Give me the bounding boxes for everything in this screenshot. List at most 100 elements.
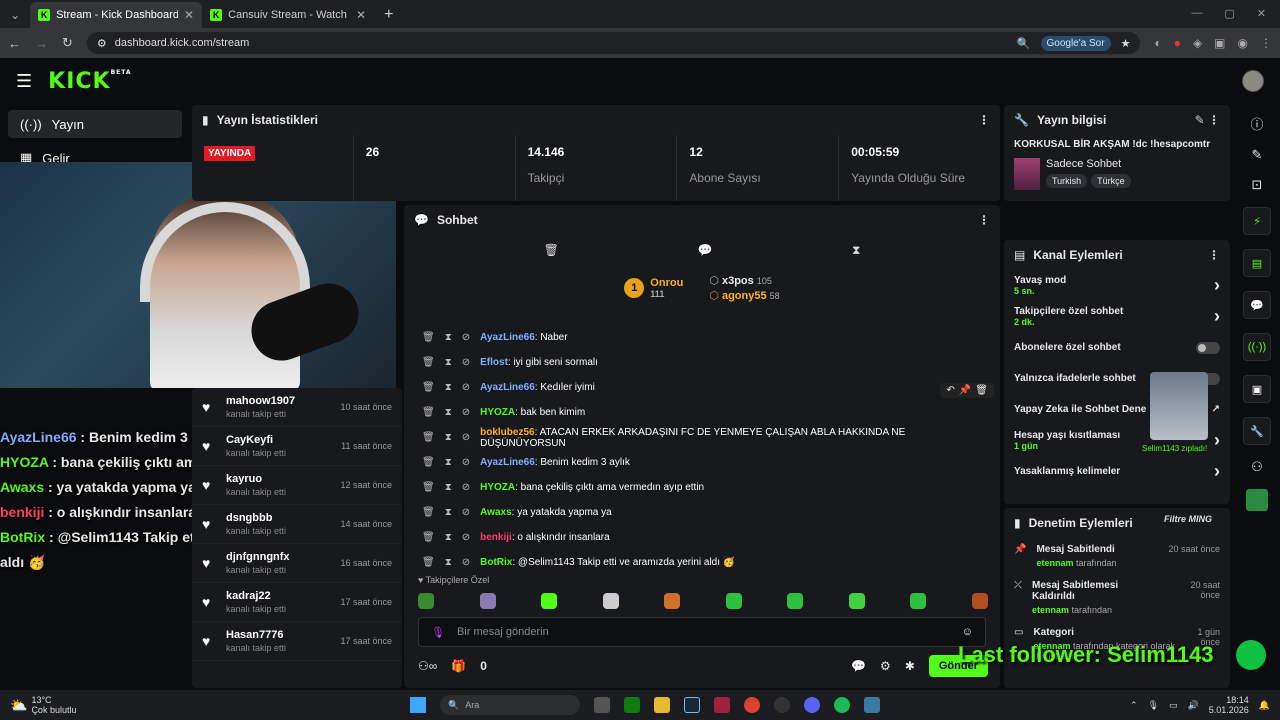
ban-icon[interactable]: ⊘ — [462, 332, 470, 343]
wrench-icon[interactable]: 🔧 — [1243, 417, 1271, 445]
volume-icon[interactable]: 🔊 — [1188, 700, 1199, 711]
emote[interactable] — [971, 593, 988, 609]
timeout-icon[interactable]: ⧗ — [445, 507, 452, 518]
timeout-icon[interactable]: ⧗ — [445, 382, 452, 393]
delete-message-icon[interactable]: 🗑 — [422, 407, 435, 418]
follower-name[interactable]: mahoow1907 — [226, 395, 295, 407]
users-icon[interactable]: ⚇ — [1251, 459, 1263, 475]
timeout-icon[interactable]: ⧗ — [445, 332, 452, 343]
follower-name[interactable]: dsngbbb — [226, 512, 286, 524]
folder-icon[interactable] — [654, 697, 670, 713]
emoji-icon[interactable]: ☺ — [962, 626, 973, 638]
emote[interactable] — [848, 593, 865, 609]
sidebar-item-yayin[interactable]: ((·)) Yayın — [8, 110, 182, 138]
pin-icon[interactable]: 📌 — [959, 385, 971, 396]
chat-username[interactable]: HYOZA — [480, 482, 515, 493]
delete-message-icon[interactable]: 🗑 — [422, 457, 435, 468]
gear-icon[interactable]: ⚙ — [880, 659, 891, 673]
more-icon[interactable]: ⋮ — [1208, 248, 1220, 262]
gift-icon[interactable]: 🎁 — [451, 659, 466, 673]
chevron-right-icon[interactable]: › — [1214, 306, 1220, 327]
url-field[interactable]: ⚙ dashboard.kick.com/stream 🔍 Google'a S… — [86, 32, 1141, 54]
document-icon[interactable]: ▤ — [1243, 249, 1271, 277]
chat-username[interactable]: Eflost — [480, 357, 508, 368]
google-ask-button[interactable]: Google'a Sor — [1040, 35, 1111, 51]
trash-icon[interactable]: 🗑 — [544, 243, 559, 258]
chat-username[interactable]: AyazLine66 — [480, 332, 535, 343]
follower-name[interactable]: djnfgnngnfx — [226, 551, 290, 563]
delete-message-icon[interactable]: 🗑 — [422, 507, 435, 518]
profile-icon[interactable]: ◉ — [1238, 36, 1248, 50]
windows-start-icon[interactable] — [410, 697, 426, 713]
delete-message-icon[interactable]: 🗑 — [422, 557, 435, 568]
reply-icon[interactable]: ↶ — [946, 385, 954, 396]
close-tab-icon[interactable]: ✕ — [356, 8, 366, 22]
close-window-icon[interactable]: ✕ — [1257, 7, 1266, 20]
timeout-icon[interactable]: ⧗ — [445, 457, 452, 468]
emote[interactable] — [479, 593, 496, 609]
bookmark-star-icon[interactable]: ★ — [1121, 37, 1131, 50]
delete-message-icon[interactable]: 🗑 — [422, 532, 435, 543]
puzzle-icon[interactable]: ✱ — [905, 659, 915, 673]
task-view-icon[interactable] — [594, 697, 610, 713]
lightning-icon[interactable]: ⚡ — [1243, 207, 1271, 235]
tab-list-icon[interactable]: ⌄ — [0, 8, 30, 28]
timeout-icon[interactable]: ⧗ — [445, 432, 452, 443]
edit-icon[interactable]: ✎ ⋮ — [1195, 113, 1220, 127]
timeout-icon[interactable]: ⧗ — [445, 357, 452, 368]
chevron-right-icon[interactable]: › — [1214, 275, 1220, 296]
delete-message-icon[interactable]: 🗑 — [422, 482, 435, 493]
chat-username[interactable]: Awaxs — [480, 507, 512, 518]
focus-icon[interactable]: ⊡ — [1252, 177, 1263, 193]
ban-icon[interactable]: ⊘ — [462, 532, 470, 543]
ban-icon[interactable]: ⊘ — [462, 457, 470, 468]
channel-action-item[interactable]: Takipçilere özel sohbet 2 dk. › — [1004, 301, 1230, 332]
chat-username[interactable]: HYOZA — [480, 407, 515, 418]
external-link-icon[interactable]: ↗ — [1212, 404, 1220, 415]
delete-message-icon[interactable]: 🗑 — [422, 382, 435, 393]
mod-tools-icon[interactable]: ⚇∞ — [418, 659, 437, 673]
more-icon[interactable]: ⋮ — [978, 113, 990, 127]
obs-icon[interactable] — [774, 697, 790, 713]
delete-message-icon[interactable]: 🗑 — [422, 432, 435, 443]
reload-icon[interactable]: ↻ — [62, 35, 73, 51]
channel-action-item[interactable]: Yasaklanmış kelimeler › — [1004, 456, 1230, 487]
microphone-icon[interactable]: 🎙 — [1148, 700, 1159, 711]
avatar[interactable] — [1242, 70, 1264, 92]
delete-message-icon[interactable]: 🗑 — [422, 332, 435, 343]
clock[interactable]: 18:14 5.01.2026 — [1209, 695, 1249, 715]
notification-icon[interactable]: 🔔 — [1259, 700, 1270, 711]
chat-username[interactable]: BotRix — [480, 557, 512, 568]
delete-message-icon[interactable]: 🗑 — [422, 357, 435, 368]
edit-icon[interactable]: ✎ — [1252, 147, 1263, 163]
emote[interactable] — [664, 593, 681, 609]
timeout-icon[interactable]: ⧗ — [445, 482, 452, 493]
extension-icon[interactable]: ● — [1174, 36, 1181, 50]
follower-name[interactable]: kadraj22 — [226, 590, 286, 602]
xbox-icon[interactable] — [624, 697, 640, 713]
close-tab-icon[interactable]: ✕ — [184, 8, 194, 22]
ban-icon[interactable]: ⊘ — [462, 432, 470, 443]
puzzle-icon[interactable]: ▣ — [1214, 36, 1225, 50]
app-icon[interactable] — [864, 697, 880, 713]
ban-icon[interactable]: ⊘ — [462, 407, 470, 418]
emote[interactable] — [602, 593, 619, 609]
kick-logo[interactable]: KICKBETA — [48, 69, 131, 94]
ban-icon[interactable]: ⊘ — [462, 382, 470, 393]
maximize-icon[interactable]: ▢ — [1224, 7, 1234, 20]
toggle-switch[interactable] — [1196, 341, 1220, 354]
more-icon[interactable]: ⋮ — [978, 213, 990, 227]
ban-icon[interactable]: ⊘ — [462, 507, 470, 518]
menu-dots-icon[interactable]: ⋮ — [1260, 36, 1272, 50]
emote[interactable] — [541, 593, 558, 609]
emote[interactable] — [910, 593, 927, 609]
follower-name[interactable]: CayKeyfi — [226, 434, 286, 446]
emote[interactable] — [725, 593, 742, 609]
chat-username[interactable]: AyazLine66 — [480, 382, 535, 393]
taskbar-search[interactable]: 🔍 Ara — [440, 695, 580, 715]
emote[interactable] — [418, 593, 434, 609]
chevron-right-icon[interactable]: › — [1214, 461, 1220, 482]
delete-icon[interactable]: 🗑 — [975, 385, 988, 396]
chat-settings-chat-icon[interactable]: 💬 — [851, 659, 866, 673]
extension-icon[interactable]: ◐ — [1154, 36, 1161, 50]
